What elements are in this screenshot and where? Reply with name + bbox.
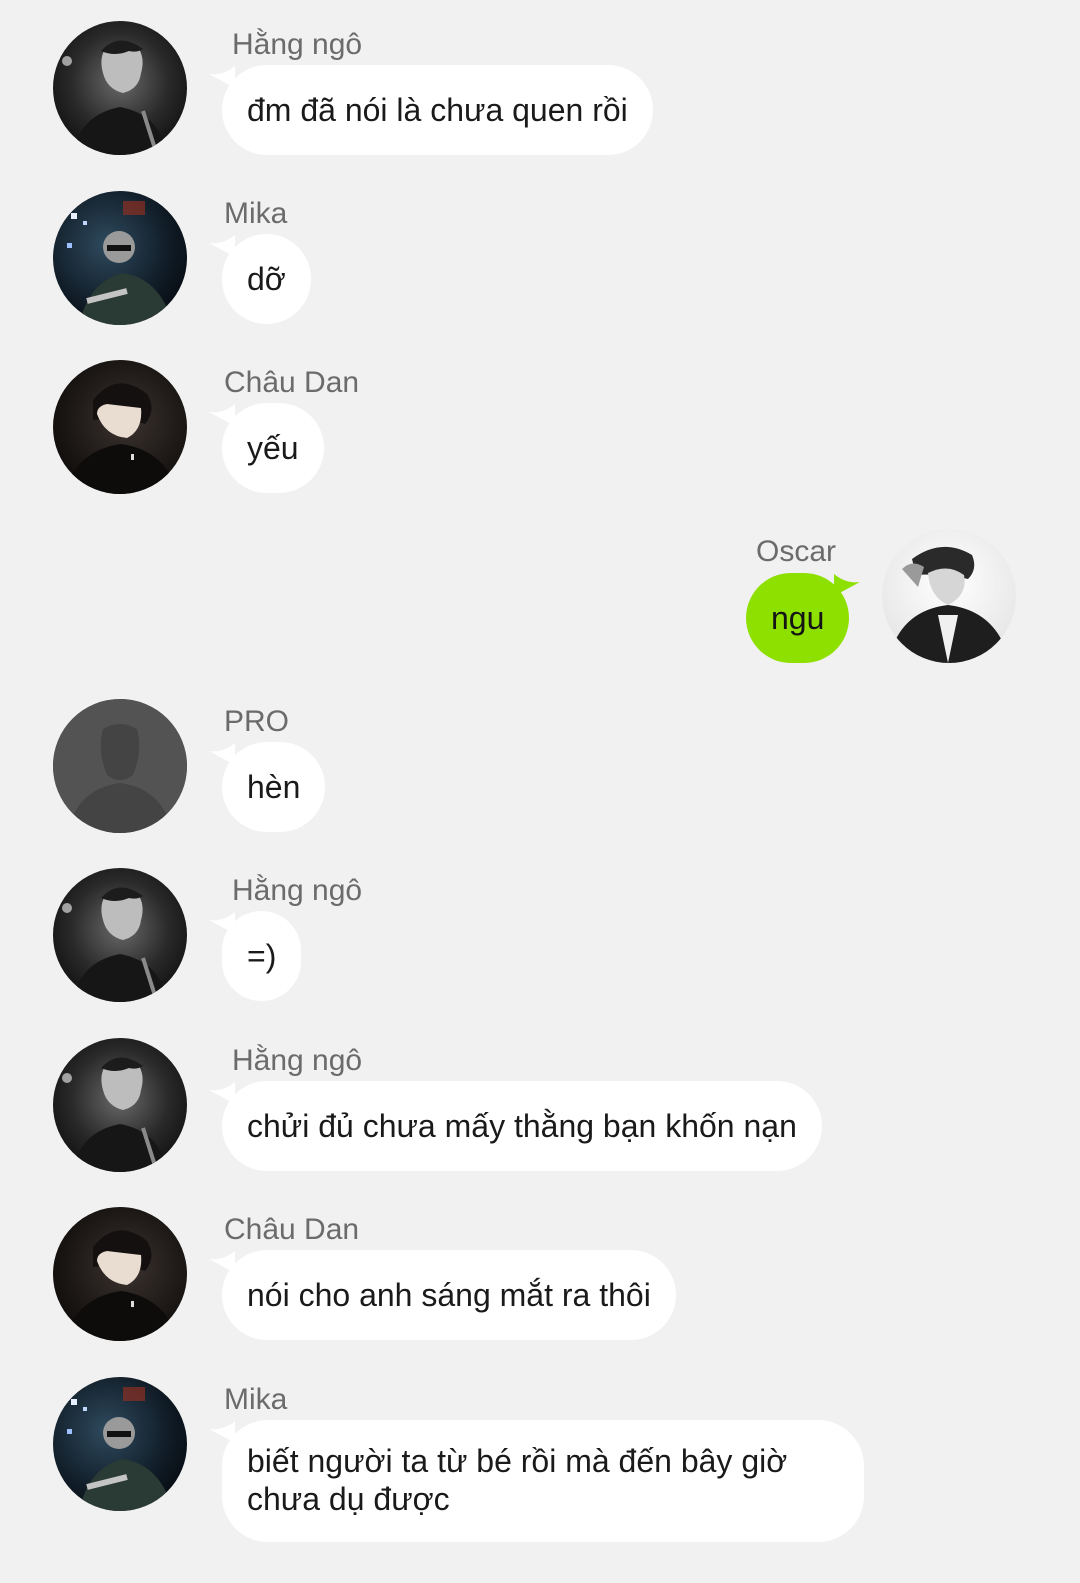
avatar-oscar-photo (882, 529, 1016, 663)
message-bubble[interactable]: biết người ta từ bé rồi mà đến bây giờ c… (222, 1420, 864, 1542)
avatar[interactable] (53, 868, 187, 1002)
sender-name: Hằng ngô (232, 1044, 363, 1077)
avatar[interactable] (53, 21, 187, 155)
message-bubble[interactable]: dỡ (222, 234, 311, 324)
avatar-hang-ngo-photo (53, 1038, 187, 1172)
sender-name: Oscar (756, 535, 837, 568)
avatar-hang-ngo-photo (53, 868, 187, 1002)
message-bubble[interactable]: chửi đủ chưa mấy thằng bạn khốn nạn (222, 1081, 822, 1171)
message-bubble[interactable]: =) (222, 911, 302, 1001)
avatar-hang-ngo-photo (53, 21, 187, 155)
sender-name: Mika (224, 197, 288, 230)
sender-name: Mika (224, 1383, 288, 1416)
avatar-chau-dan-photo (53, 360, 187, 494)
avatar[interactable] (53, 1377, 187, 1511)
sender-name: Hằng ngô (232, 874, 363, 907)
sender-name: Châu Dan (224, 1213, 360, 1246)
default-person-silhouette-icon (53, 699, 187, 833)
avatar-mika-photo (53, 1377, 187, 1511)
avatar[interactable] (53, 1207, 187, 1341)
sender-name: PRO (224, 705, 290, 738)
message-bubble[interactable]: nói cho anh sáng mắt ra thôi (222, 1250, 676, 1340)
avatar[interactable] (882, 529, 1016, 663)
message-bubble[interactable]: hèn (222, 742, 326, 832)
message-bubble[interactable]: đm đã nói là chưa quen rồi (222, 65, 653, 155)
sender-name: Hằng ngô (232, 28, 363, 61)
avatar-chau-dan-photo (53, 1207, 187, 1341)
avatar[interactable] (53, 1038, 187, 1172)
avatar[interactable] (53, 699, 187, 833)
avatar[interactable] (53, 191, 187, 325)
sender-name: Châu Dan (224, 366, 360, 399)
avatar-mika-photo (53, 191, 187, 325)
message-bubble[interactable]: yếu (222, 403, 324, 493)
avatar[interactable] (53, 360, 187, 494)
message-bubble[interactable]: ngu (746, 573, 850, 663)
